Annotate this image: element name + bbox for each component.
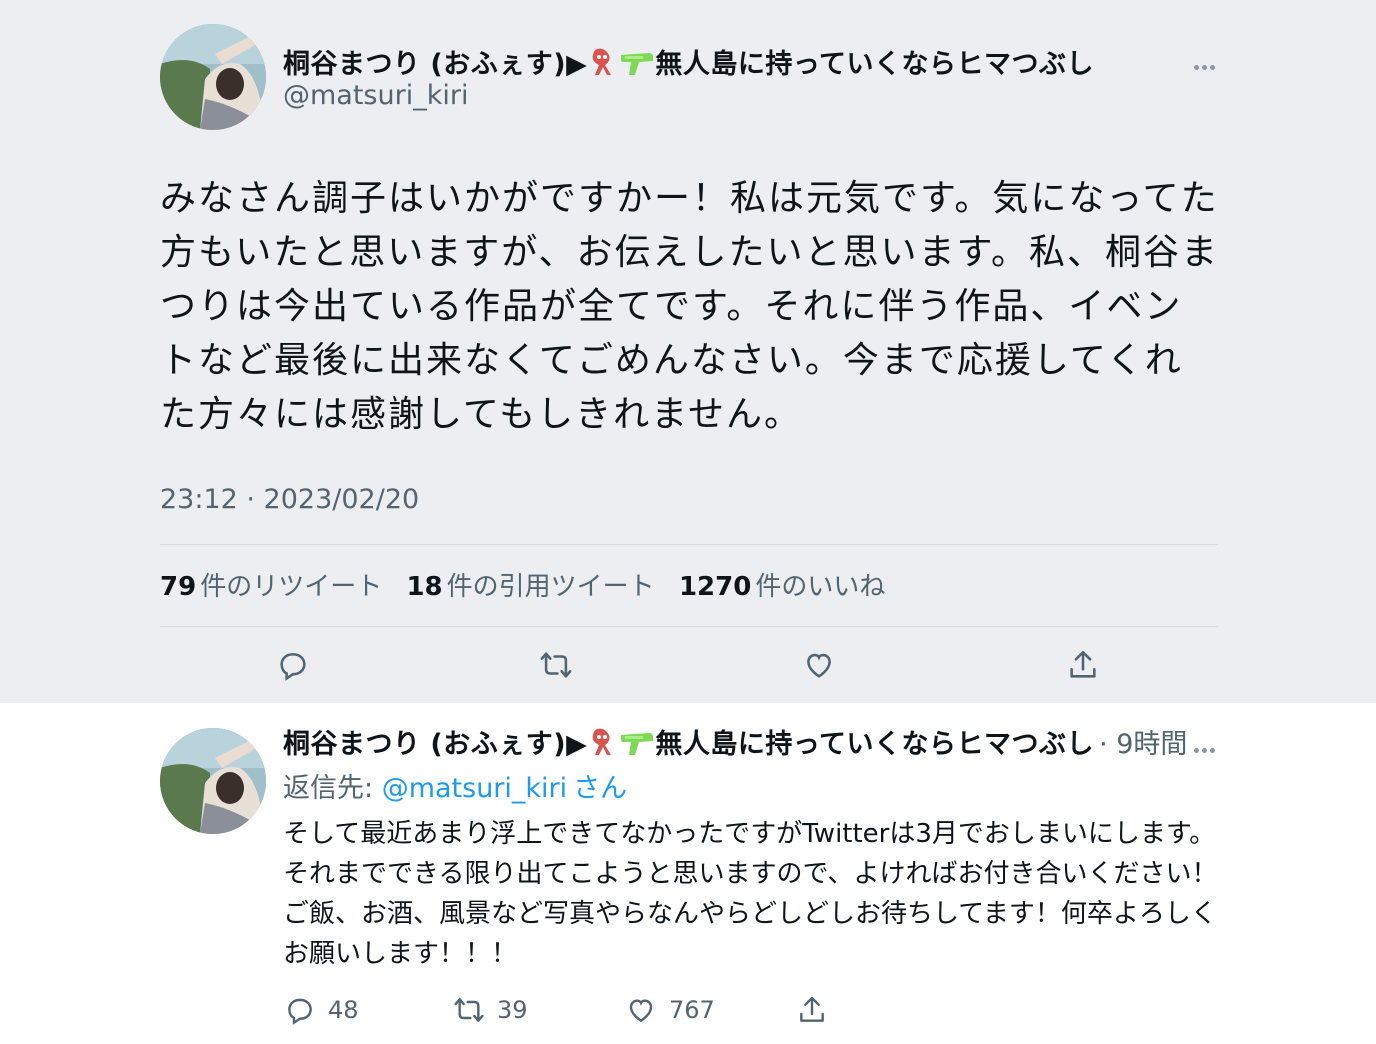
divider [160, 544, 1218, 545]
share-icon [800, 996, 824, 1022]
reply-icon[interactable] [276, 648, 310, 682]
reply-to-mention[interactable]: @matsuri_kiri [382, 773, 567, 804]
retweet-count: 39 [497, 996, 528, 1024]
water-gun-emoji-icon [619, 727, 655, 764]
quote-tweet-stat[interactable]: 18 件の引用ツイート [406, 566, 654, 603]
squid-emoji-icon [587, 47, 619, 84]
water-gun-emoji-icon [619, 47, 655, 84]
divider [160, 626, 1218, 627]
reply-more-options-icon[interactable] [1194, 738, 1222, 753]
reply-time[interactable]: · 9時間 [1099, 729, 1187, 760]
more-options-icon[interactable] [1194, 55, 1222, 70]
reply-count: 48 [328, 996, 359, 1024]
replying-to: 返信先: @matsuri_kiri さん [283, 773, 628, 804]
retweet-icon[interactable] [539, 648, 573, 682]
like-stat[interactable]: 1270 件のいいね [679, 566, 885, 603]
tweet-timestamp[interactable]: 23:12 · 2023/02/20 [160, 484, 419, 515]
reply-icon [288, 998, 312, 1025]
reply-header: 桐谷まつり (おふぇす)▶ 無人島に持っていくならヒマつぶし · 9時間 [283, 722, 1187, 764]
reply-author-name[interactable]: 桐谷まつり (おふぇす)▶ 無人島に持っていくならヒマつぶし [283, 728, 1094, 760]
tweet-stats: 79 件のリツイート 18 件の引用ツイート 1270 件のいいね [160, 566, 901, 603]
tweet-text: みなさん調子はいかがですかー！私は元気です。気になってた方もいたと思いますが、お… [160, 178, 1219, 435]
like-count: 767 [669, 996, 715, 1024]
reply-retweet-button[interactable]: 39 [453, 993, 528, 1027]
author-handle[interactable]: @matsuri_kiri [283, 80, 468, 111]
reply-text: そして最近あまり浮上できてなかったですがTwitterは3月でおしまいにします。… [283, 819, 1218, 969]
avatar[interactable] [160, 24, 266, 130]
author-name[interactable]: 桐谷まつり (おふぇす)▶ 無人島に持っていくならヒマつぶし [283, 42, 1094, 84]
reply-avatar[interactable] [160, 728, 266, 834]
like-icon[interactable] [802, 648, 836, 682]
main-tweet: 桐谷まつり (おふぇす)▶ 無人島に持っていくならヒマつぶし @matsuri_k… [0, 0, 1376, 703]
retweet-icon [454, 998, 484, 1022]
like-icon [629, 999, 653, 1023]
share-icon[interactable] [1066, 648, 1100, 682]
reply-like-button[interactable]: 767 [625, 993, 715, 1027]
reply-share-button[interactable] [796, 993, 828, 1027]
retweet-stat[interactable]: 79 件のリツイート [160, 566, 382, 603]
reply-reply-button[interactable]: 48 [284, 993, 359, 1027]
squid-emoji-icon [587, 727, 619, 764]
